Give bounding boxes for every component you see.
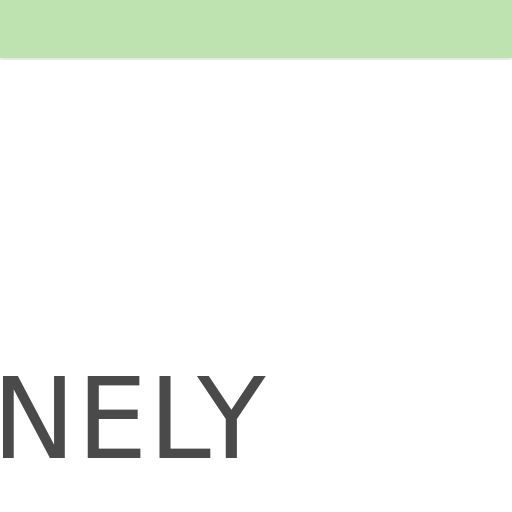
content-area: NELY	[0, 60, 512, 512]
top-bar	[0, 0, 512, 58]
headline-text: NELY	[0, 355, 267, 485]
